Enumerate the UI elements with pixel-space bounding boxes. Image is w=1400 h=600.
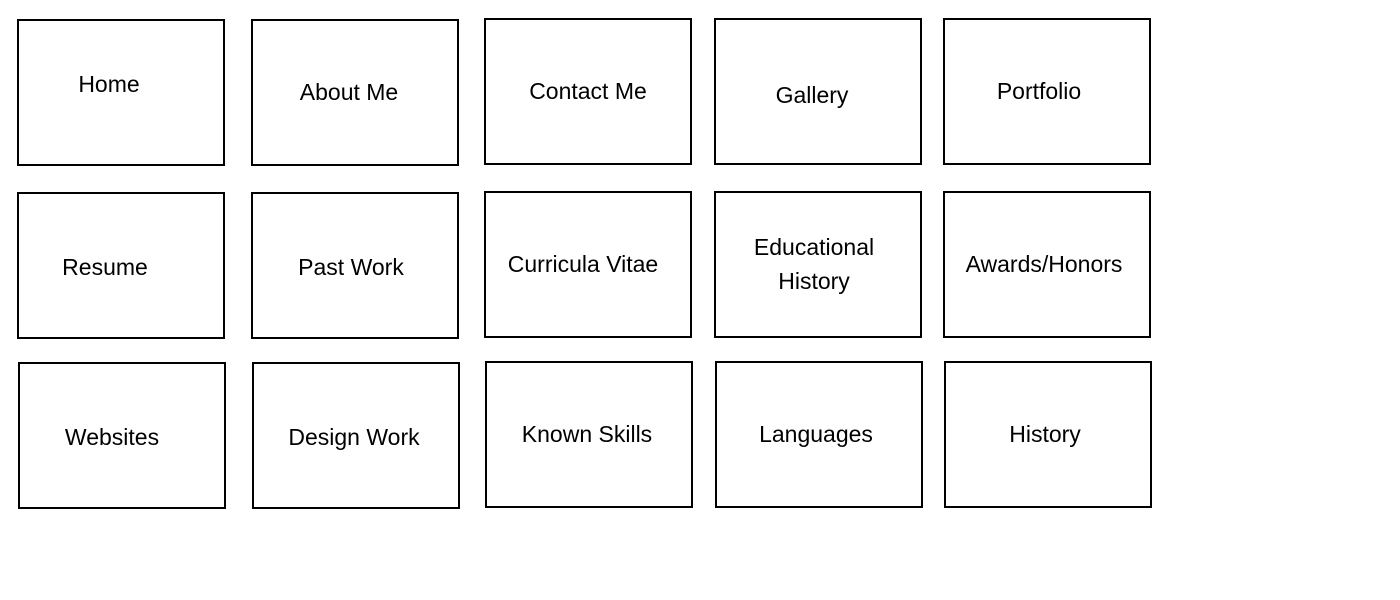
card-label: Curricula Vitae <box>507 250 659 277</box>
card-resume[interactable]: Resume <box>17 192 225 339</box>
card-label: Resume <box>62 253 148 280</box>
card-label: Design Work <box>288 423 420 450</box>
card-about-me[interactable]: About Me <box>251 19 459 166</box>
card-label: Contact Me <box>529 77 647 104</box>
card-label: Past Work <box>298 253 404 280</box>
card-languages[interactable]: Languages <box>715 361 923 508</box>
card-educational-history[interactable]: Educational History <box>714 191 922 338</box>
card-history[interactable]: History <box>944 361 1152 508</box>
card-label: About Me <box>299 78 399 105</box>
card-label: Awards/Honors <box>965 250 1123 277</box>
card-label: Portfolio <box>996 77 1082 104</box>
card-websites[interactable]: Websites <box>18 362 226 509</box>
card-label: Educational History <box>753 234 875 294</box>
card-portfolio[interactable]: Portfolio <box>943 18 1151 165</box>
card-gallery[interactable]: Gallery <box>714 18 922 165</box>
card-label: Home <box>78 70 140 97</box>
card-label: Known Skills <box>521 420 653 447</box>
card-known-skills[interactable]: Known Skills <box>485 361 693 508</box>
card-label: Websites <box>64 423 160 450</box>
card-curricula-vitae[interactable]: Curricula Vitae <box>484 191 692 338</box>
card-contact-me[interactable]: Contact Me <box>484 18 692 165</box>
card-sort-board: Home About Me Contact Me Gallery Portfol… <box>0 0 1400 600</box>
card-awards-honors[interactable]: Awards/Honors <box>943 191 1151 338</box>
card-home[interactable]: Home <box>17 19 225 166</box>
card-label: Languages <box>759 420 873 447</box>
card-past-work[interactable]: Past Work <box>251 192 459 339</box>
card-design-work[interactable]: Design Work <box>252 362 460 509</box>
card-label: History <box>1009 420 1081 447</box>
card-label: Gallery <box>775 81 849 108</box>
